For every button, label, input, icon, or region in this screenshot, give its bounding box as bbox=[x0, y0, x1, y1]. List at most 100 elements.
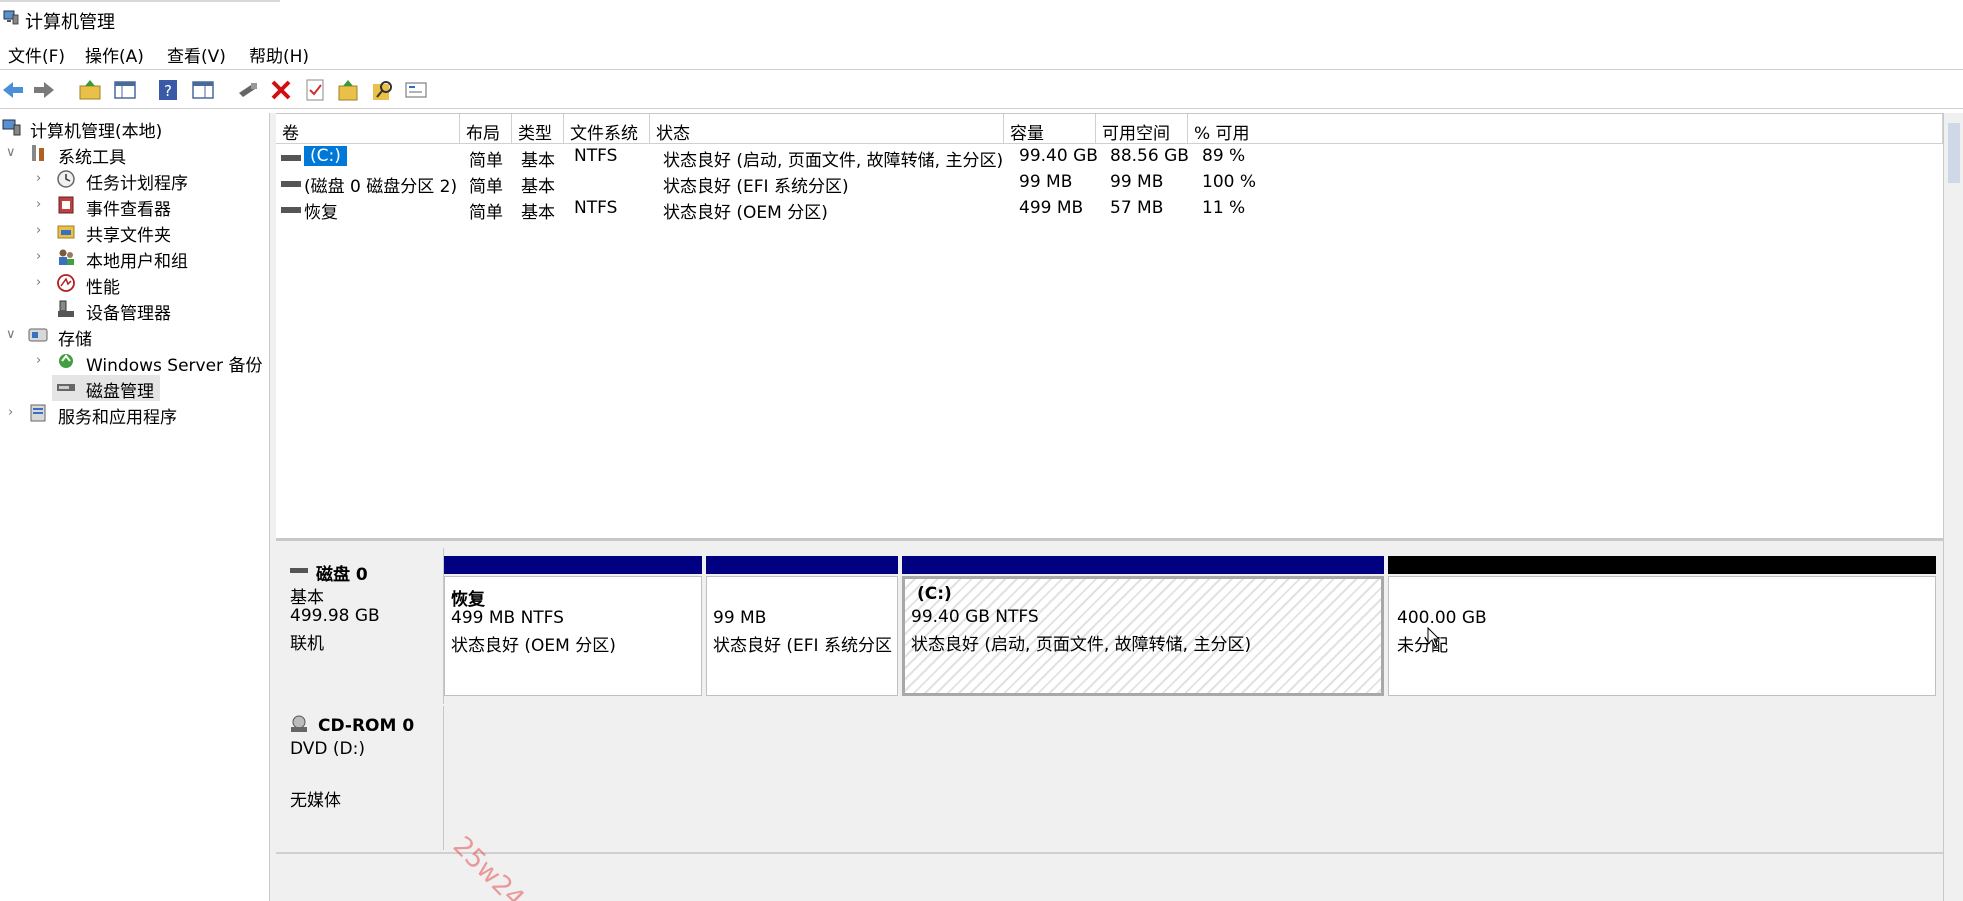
check-icon[interactable] bbox=[302, 77, 328, 103]
volume-layout: 简单 bbox=[469, 177, 503, 197]
settings-icon[interactable] bbox=[403, 77, 429, 103]
column-header-layout[interactable]: 布局 bbox=[460, 114, 512, 144]
chevron-right-icon[interactable]: › bbox=[36, 171, 41, 186]
menu-action[interactable]: 操作(A) bbox=[85, 42, 144, 67]
column-header-type[interactable]: 类型 bbox=[512, 114, 564, 144]
volume-free: 88.56 GB bbox=[1110, 146, 1189, 166]
users-icon bbox=[59, 249, 74, 265]
partition-status: 状态良好 (OEM 分区) bbox=[451, 636, 616, 656]
back-icon[interactable] bbox=[0, 77, 26, 103]
tree-item-windows-server-backup[interactable]: › Windows Server 备份 bbox=[0, 349, 268, 376]
disk-0-info[interactable]: 磁盘 0 基本 499.98 GB 联机 bbox=[276, 548, 444, 704]
show-hide-tree-icon[interactable] bbox=[112, 77, 138, 103]
volume-capacity: 99.40 GB bbox=[1019, 146, 1098, 166]
properties-pane-icon[interactable] bbox=[190, 77, 216, 103]
cdrom-0-media: 无媒体 bbox=[290, 791, 341, 811]
divider bbox=[276, 852, 1943, 854]
tree-item-local-users[interactable]: › 本地用户和组 bbox=[0, 245, 268, 272]
actions-pane-edge[interactable] bbox=[1943, 113, 1963, 901]
volume-free: 57 MB bbox=[1110, 198, 1164, 218]
watermark-text: 25w24 bbox=[446, 831, 530, 901]
volume-percent-free: 11 % bbox=[1202, 198, 1246, 218]
volume-type: 基本 bbox=[521, 151, 555, 171]
chevron-right-icon[interactable]: › bbox=[36, 353, 41, 368]
up-folder-icon[interactable] bbox=[77, 77, 103, 103]
chevron-right-icon[interactable]: › bbox=[36, 197, 41, 212]
disk-icon bbox=[290, 568, 308, 573]
table-row[interactable]: (磁盘 0 磁盘分区 2) 简单 基本 状态良好 (EFI 系统分区) 99 M… bbox=[276, 172, 1476, 197]
menu-file[interactable]: 文件(F) bbox=[8, 42, 65, 67]
volume-status: 状态良好 (EFI 系统分区) bbox=[663, 177, 849, 197]
tree-root[interactable]: 计算机管理(本地) bbox=[0, 115, 268, 142]
connect-icon[interactable] bbox=[235, 77, 261, 103]
column-header-volume[interactable]: 卷 bbox=[276, 114, 460, 144]
column-header-status[interactable]: 状态 bbox=[650, 114, 1004, 144]
chevron-down-icon[interactable]: ∨ bbox=[6, 327, 16, 342]
toolbar: ? bbox=[0, 71, 1963, 109]
partition-size: 499 MB NTFS bbox=[451, 608, 564, 628]
table-row[interactable]: (C:) 简单 基本 NTFS 状态良好 (启动, 页面文件, 故障转储, 主分… bbox=[276, 146, 1476, 171]
chevron-right-icon[interactable]: › bbox=[36, 223, 41, 238]
volume-name: 恢复 bbox=[304, 203, 338, 223]
column-header-free-space[interactable]: 可用空间 bbox=[1096, 114, 1188, 144]
cdrom-0-drive: DVD (D:) bbox=[290, 739, 365, 759]
volume-icon bbox=[281, 207, 301, 213]
tree-label: 任务计划程序 bbox=[86, 174, 188, 194]
backup-icon bbox=[59, 354, 73, 368]
volume-fs: NTFS bbox=[574, 146, 618, 166]
column-header-filesystem[interactable]: 文件系统 bbox=[564, 114, 650, 144]
disk-0-type: 基本 bbox=[290, 588, 324, 608]
cd-drive-icon bbox=[291, 715, 307, 732]
scrollbar-thumb[interactable] bbox=[1948, 123, 1960, 183]
tree-item-device-manager[interactable]: 设备管理器 bbox=[0, 297, 268, 324]
tree-item-event-viewer[interactable]: › 事件查看器 bbox=[0, 193, 268, 220]
forward-icon[interactable] bbox=[31, 77, 57, 103]
cdrom-0-info[interactable]: CD-ROM 0 DVD (D:) 无媒体 bbox=[276, 706, 444, 850]
device-manager-icon bbox=[58, 300, 74, 317]
partition-recovery[interactable]: 恢复 499 MB NTFS 状态良好 (OEM 分区) bbox=[444, 556, 706, 696]
tree-item-storage[interactable]: ∨ 存储 bbox=[0, 323, 268, 350]
tree-item-services[interactable]: › 服务和应用程序 bbox=[0, 401, 268, 428]
partition-bar bbox=[1388, 556, 1936, 574]
disk-0-state: 联机 bbox=[290, 634, 324, 654]
volume-name: (磁盘 0 磁盘分区 2) bbox=[304, 177, 458, 197]
tree-item-system-tools[interactable]: ∨ 系统工具 bbox=[0, 141, 268, 168]
tree-label: 系统工具 bbox=[58, 148, 126, 168]
tree-item-task-scheduler[interactable]: › 任务计划程序 bbox=[0, 167, 268, 194]
tree-item-performance[interactable]: › 性能 bbox=[0, 271, 268, 298]
volume-type: 基本 bbox=[521, 177, 555, 197]
navigation-tree: 计算机管理(本地) ∨ 系统工具 › 任务计划程序 › 事件查看器 › 共享文件… bbox=[0, 113, 270, 901]
shared-folder-icon bbox=[57, 225, 75, 239]
volume-list-header: 卷 布局 类型 文件系统 状态 容量 可用空间 % 可用 bbox=[276, 114, 1943, 144]
tree-label: 服务和应用程序 bbox=[58, 408, 177, 428]
chevron-right-icon[interactable]: › bbox=[36, 275, 41, 290]
computer-management-icon bbox=[3, 10, 19, 25]
column-header-capacity[interactable]: 容量 bbox=[1004, 114, 1096, 144]
menu-view[interactable]: 查看(V) bbox=[167, 42, 226, 67]
chevron-down-icon[interactable]: ∨ bbox=[6, 145, 16, 160]
delete-icon[interactable] bbox=[268, 77, 294, 103]
tree-item-shared-folders[interactable]: › 共享文件夹 bbox=[0, 219, 268, 246]
chevron-right-icon[interactable]: › bbox=[36, 249, 41, 264]
export-icon[interactable] bbox=[335, 77, 361, 103]
partition-unallocated[interactable]: 400.00 GB 未分配 bbox=[1388, 556, 1938, 696]
column-header-percent-free[interactable]: % 可用 bbox=[1188, 114, 1943, 144]
partition-efi[interactable]: 99 MB 状态良好 (EFI 系统分区 bbox=[706, 556, 902, 696]
chevron-right-icon[interactable]: › bbox=[8, 405, 13, 420]
tree-label: 本地用户和组 bbox=[86, 252, 188, 272]
partition-c-drive[interactable]: (C:) 99.40 GB NTFS 状态良好 (启动, 页面文件, 故障转储,… bbox=[902, 556, 1388, 696]
search-icon[interactable] bbox=[370, 77, 396, 103]
tree-item-disk-management[interactable]: 磁盘管理 bbox=[52, 375, 160, 402]
event-viewer-icon bbox=[58, 196, 74, 214]
partition-body: 99 MB 状态良好 (EFI 系统分区 bbox=[706, 576, 898, 696]
mouse-cursor-icon bbox=[1427, 627, 1441, 648]
table-row[interactable]: 恢复 简单 基本 NTFS 状态良好 (OEM 分区) 499 MB 57 MB… bbox=[276, 198, 1476, 223]
volume-capacity: 499 MB bbox=[1019, 198, 1084, 218]
help-icon[interactable]: ? bbox=[155, 77, 181, 103]
storage-icon bbox=[28, 328, 48, 342]
volume-list: 卷 布局 类型 文件系统 状态 容量 可用空间 % 可用 (C:) 简单 基本 … bbox=[276, 113, 1943, 533]
partition-body: 恢复 499 MB NTFS 状态良好 (OEM 分区) bbox=[444, 576, 702, 696]
menu-bar: 文件(F) 操作(A) 查看(V) 帮助(H) bbox=[0, 38, 1963, 70]
menu-help[interactable]: 帮助(H) bbox=[249, 42, 309, 67]
volume-layout: 简单 bbox=[469, 151, 503, 171]
